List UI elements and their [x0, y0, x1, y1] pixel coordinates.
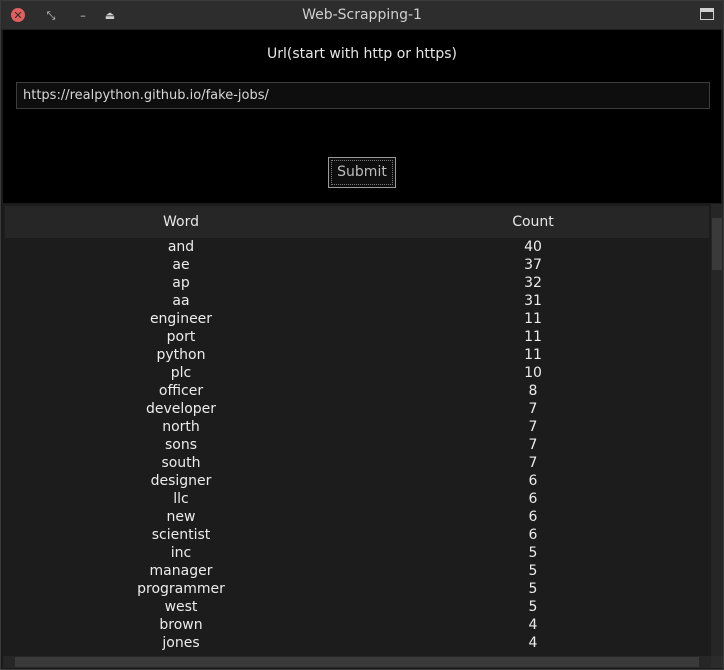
count-cell: 6: [528, 473, 538, 489]
count-cell: 5: [528, 599, 538, 615]
column-header-word[interactable]: Word: [5, 206, 357, 238]
window-title: Web-Scrapping-1: [302, 7, 422, 23]
count-cell: 6: [528, 527, 538, 543]
count-cell: 11: [524, 329, 542, 345]
submit-button[interactable]: Submit: [328, 157, 396, 188]
url-input[interactable]: https://realpython.github.io/fake-jobs/: [16, 82, 710, 109]
url-label: Url(start with http or https): [266, 46, 458, 62]
word-cell: sons: [164, 437, 198, 453]
count-cell: 37: [524, 257, 542, 273]
count-cell: 4: [528, 635, 538, 651]
table-row[interactable]: sons 7: [5, 436, 709, 454]
word-cell: aa: [172, 293, 190, 309]
column-header-count[interactable]: Count: [357, 206, 709, 238]
horizontal-scrollbar[interactable]: [3, 656, 711, 668]
table-row[interactable]: ae 37: [5, 256, 709, 274]
word-cell: inc: [170, 545, 192, 561]
table-row[interactable]: llc 6: [5, 490, 709, 508]
table-header: Word Count: [5, 206, 709, 238]
table-row[interactable]: developer 7: [5, 400, 709, 418]
count-cell: 6: [528, 509, 538, 525]
word-cell: brown: [159, 617, 203, 633]
count-cell: 8: [528, 383, 538, 399]
app-window: ✕ ⤡ – ⏏ Web-Scrapping-1 Url(start with h…: [0, 0, 724, 670]
vertical-scroll-thumb[interactable]: [712, 218, 722, 270]
word-cell: python: [156, 347, 206, 363]
count-cell: 11: [524, 311, 542, 327]
vertical-scrollbar[interactable]: [711, 204, 723, 656]
table-row[interactable]: inc 5: [5, 544, 709, 562]
scroll-corner: [711, 656, 723, 668]
count-cell: 6: [528, 491, 538, 507]
table-row[interactable]: jones 4: [5, 634, 709, 652]
table-row[interactable]: and 40: [5, 238, 709, 256]
table-body: and 40 ae 37 ap 32 aa 31 engineer 11 port 11 python 1…: [5, 238, 709, 652]
count-cell: 7: [528, 401, 538, 417]
table-row[interactable]: manager 5: [5, 562, 709, 580]
table-row[interactable]: port 11: [5, 328, 709, 346]
word-cell: jones: [162, 635, 200, 651]
count-cell: 5: [528, 545, 538, 561]
word-cell: scientist: [151, 527, 211, 543]
word-cell: new: [166, 509, 196, 525]
table-row[interactable]: west 5: [5, 598, 709, 616]
maximize-icon[interactable]: [700, 8, 714, 20]
table-row[interactable]: designer 6: [5, 472, 709, 490]
word-cell: designer: [150, 473, 212, 489]
word-cell: developer: [145, 401, 217, 417]
table-row[interactable]: north 7: [5, 418, 709, 436]
count-cell: 11: [524, 347, 542, 363]
count-cell: 7: [528, 455, 538, 471]
word-cell: llc: [173, 491, 189, 507]
table-row[interactable]: plc 10: [5, 364, 709, 382]
url-form-panel: Url(start with http or https) https://re…: [3, 30, 721, 203]
table-row[interactable]: python 11: [5, 346, 709, 364]
count-cell: 31: [524, 293, 542, 309]
table-row[interactable]: engineer 11: [5, 310, 709, 328]
word-cell: plc: [170, 365, 192, 381]
table-row[interactable]: ap 32: [5, 274, 709, 292]
word-count-table: Word Count and 40 ae 37 ap 32 aa 31 engineer 11 po…: [3, 204, 711, 656]
table-row[interactable]: new 6: [5, 508, 709, 526]
word-cell: engineer: [149, 311, 213, 327]
word-cell: west: [164, 599, 198, 615]
word-cell: ap: [172, 275, 190, 291]
table-row[interactable]: scientist 6: [5, 526, 709, 544]
count-cell: 32: [524, 275, 542, 291]
count-cell: 4: [528, 617, 538, 633]
word-cell: manager: [149, 563, 213, 579]
word-cell: port: [166, 329, 196, 345]
horizontal-scroll-thumb[interactable]: [15, 657, 699, 667]
count-cell: 10: [524, 365, 542, 381]
count-cell: 5: [528, 581, 538, 597]
count-cell: 7: [528, 437, 538, 453]
table-row[interactable]: brown 4: [5, 616, 709, 634]
word-cell: programmer: [137, 581, 225, 597]
title-bar[interactable]: ✕ ⤡ – ⏏ Web-Scrapping-1: [1, 1, 723, 30]
table-row[interactable]: programmer 5: [5, 580, 709, 598]
word-cell: north: [162, 419, 200, 435]
word-cell: ae: [172, 257, 190, 273]
count-cell: 40: [524, 239, 542, 255]
table-row[interactable]: officer 8: [5, 382, 709, 400]
count-cell: 7: [528, 419, 538, 435]
table-row[interactable]: south 7: [5, 454, 709, 472]
word-cell: south: [161, 455, 201, 471]
table-row[interactable]: aa 31: [5, 292, 709, 310]
count-cell: 5: [528, 563, 538, 579]
word-cell: officer: [158, 383, 204, 399]
word-cell: and: [167, 239, 195, 255]
